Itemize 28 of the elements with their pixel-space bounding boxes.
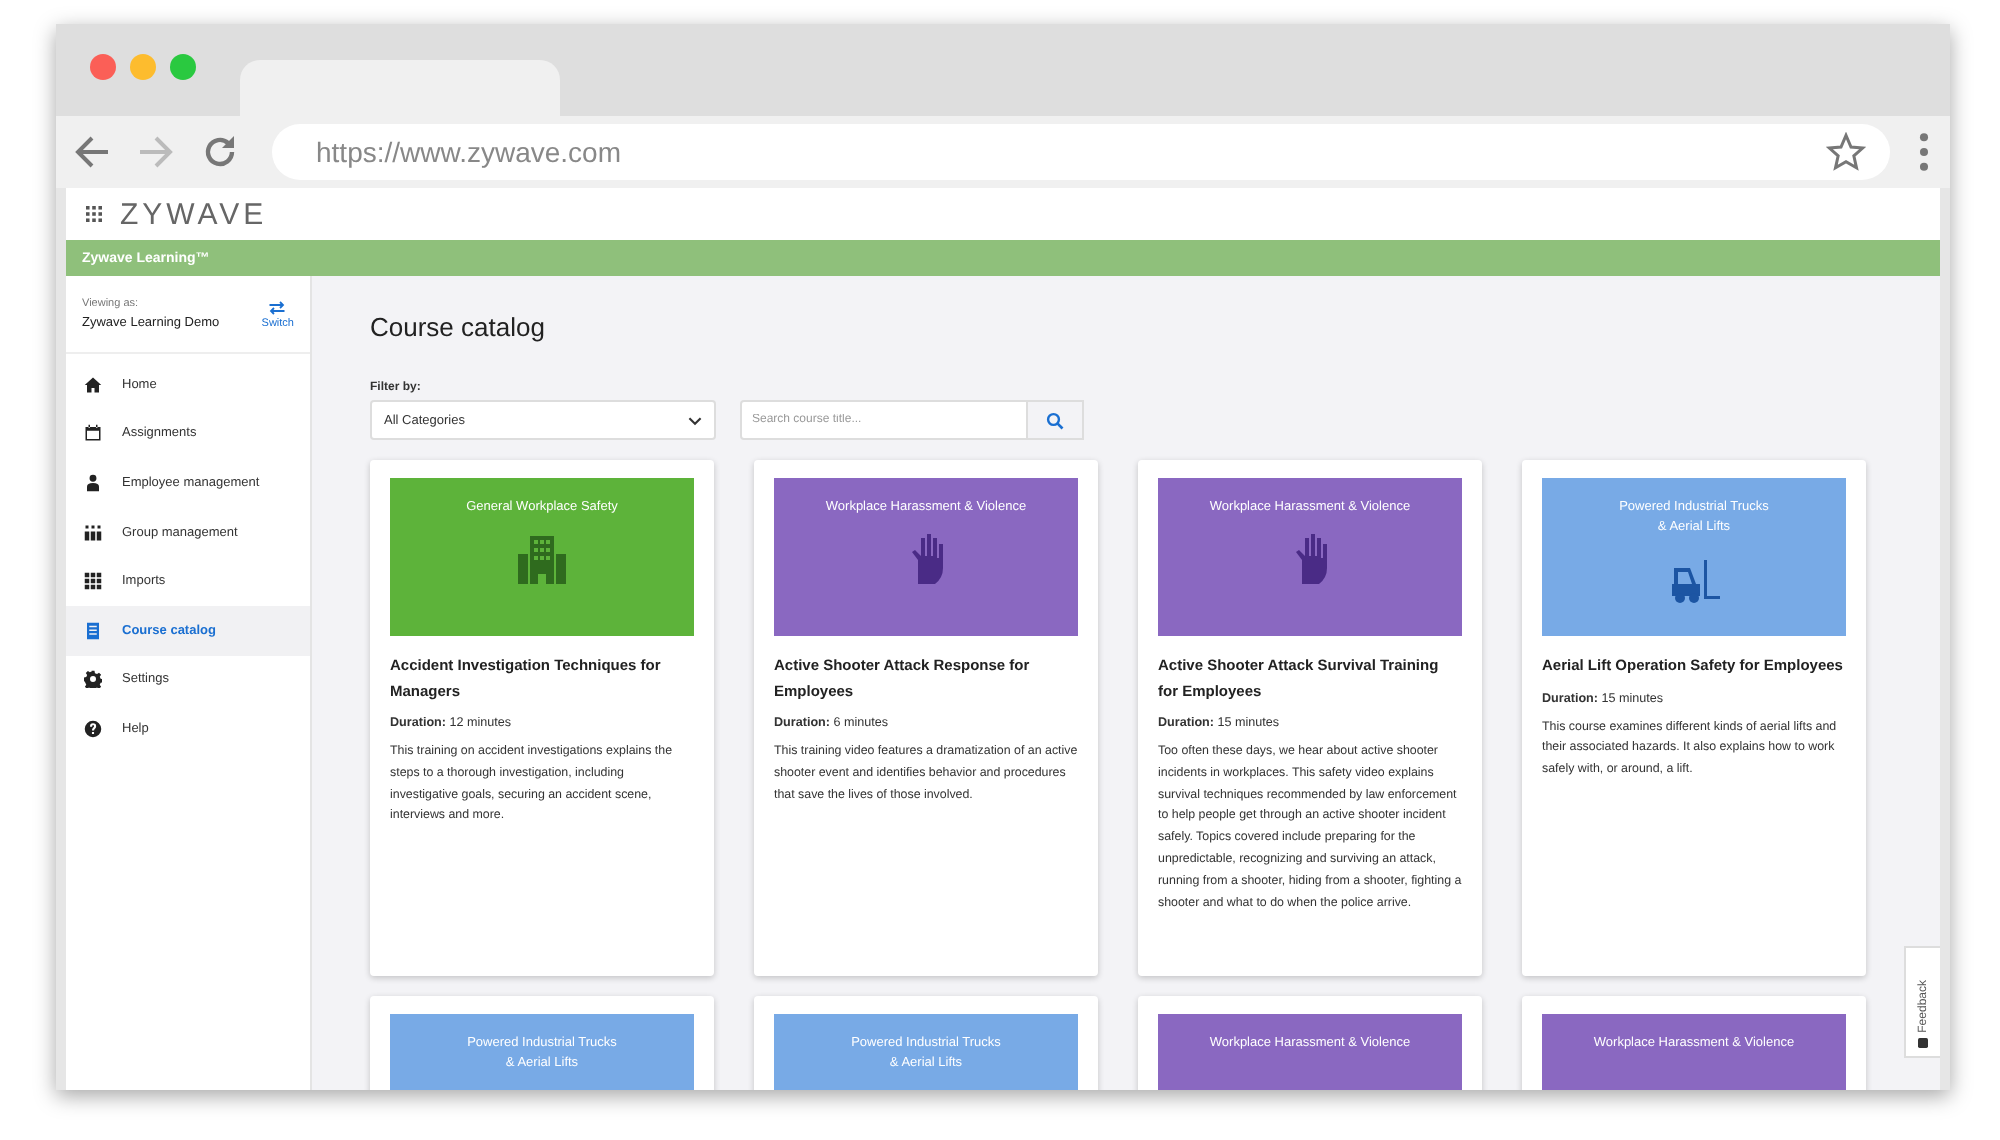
maximize-dot[interactable] <box>170 54 196 80</box>
grid-icon <box>84 572 102 591</box>
comment-icon <box>1918 1038 1928 1048</box>
star-icon[interactable] <box>1826 132 1866 172</box>
back-arrow-icon[interactable] <box>72 132 112 172</box>
home-icon <box>84 375 102 394</box>
swap-arrows-icon <box>268 299 287 315</box>
document-icon <box>84 621 102 640</box>
group-icon <box>84 523 102 542</box>
page-title: Course catalog <box>370 312 547 342</box>
minimize-dot[interactable] <box>130 54 156 80</box>
apps-grid-icon[interactable] <box>86 206 102 222</box>
chevron-down-icon <box>688 415 702 425</box>
person-icon <box>84 473 102 492</box>
menu-icon[interactable] <box>1918 130 1930 174</box>
gear-icon <box>84 670 102 689</box>
calendar-icon <box>84 424 102 443</box>
address-bar[interactable]: https://www.zywave.com <box>272 124 1890 180</box>
reload-icon[interactable] <box>200 132 240 172</box>
course-card[interactable] <box>1522 460 1866 976</box>
course-card[interactable] <box>754 460 1098 976</box>
logo: ZYWAVE <box>120 197 268 231</box>
course-card[interactable] <box>1138 460 1482 976</box>
search-icon <box>1046 411 1064 429</box>
search-button[interactable] <box>1028 400 1084 440</box>
course-card[interactable] <box>370 460 714 976</box>
close-dot[interactable] <box>90 54 116 80</box>
help-icon <box>84 719 102 738</box>
